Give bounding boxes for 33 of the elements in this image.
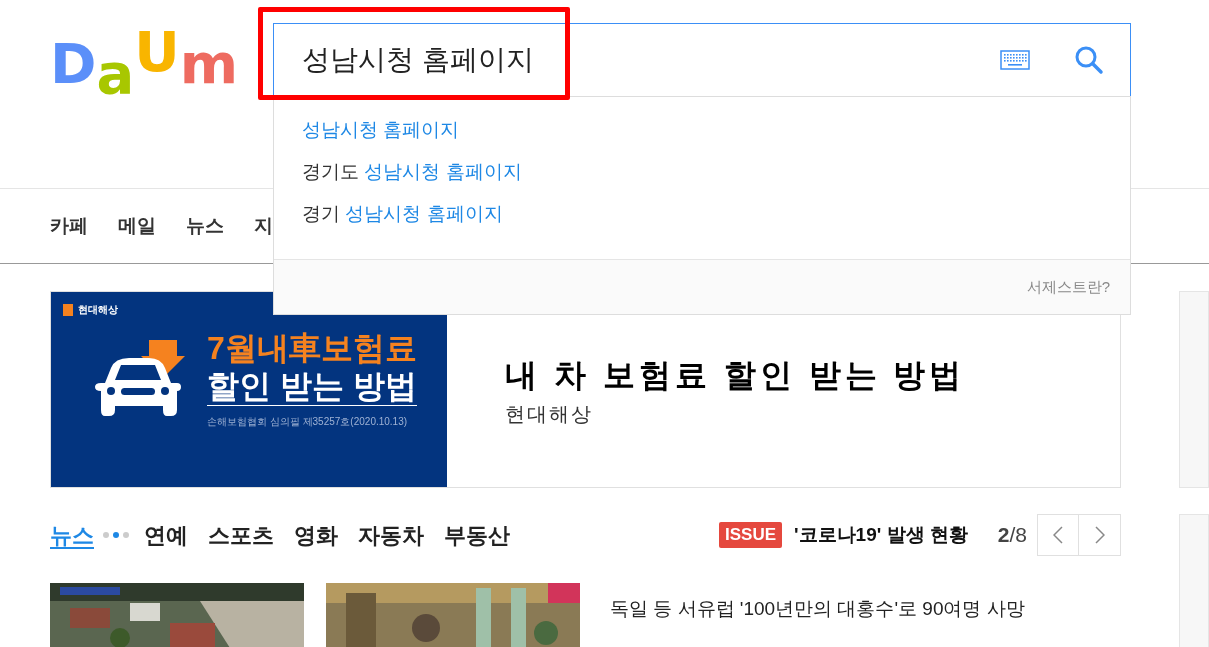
news-tab[interactable]: 부동산 — [444, 518, 510, 552]
nav-link[interactable]: 카페 — [50, 211, 88, 241]
ad-title: 내 차 보험료 할인 받는 방법 — [505, 355, 966, 395]
nav-link[interactable]: 지 — [254, 211, 273, 241]
news-tab[interactable]: 뉴스 — [50, 518, 94, 552]
page-current: 2 — [997, 522, 1010, 549]
nav-link[interactable]: 뉴스 — [186, 211, 224, 241]
search-field[interactable]: 성남시청 홈페이지 — [273, 23, 1131, 97]
issue-title[interactable]: '코로나19' 발생 현황 — [794, 520, 968, 550]
chevron-right-icon — [1094, 526, 1105, 544]
previous-button[interactable] — [1037, 514, 1079, 556]
page-total: /8 — [1009, 522, 1027, 549]
keyboard-icon[interactable] — [1000, 50, 1030, 70]
ad-headline: 7월내車보험료 — [207, 329, 417, 367]
chevron-left-icon — [1053, 526, 1063, 544]
search-icon[interactable] — [1074, 45, 1104, 75]
suggestion-item[interactable]: 경기 성남시청 홈페이지 — [302, 201, 1130, 226]
brand-logo-icon — [63, 303, 73, 316]
suggestion-item[interactable]: 성남시청 홈페이지 — [302, 117, 1130, 142]
next-button[interactable] — [1079, 514, 1121, 556]
news-tab[interactable]: 영화 — [294, 518, 338, 552]
news-headline[interactable]: 독일 등 서유럽 '100년만의 대홍수'로 90여명 사망 — [610, 595, 1025, 624]
ad-headline: 할인 받는 방법 — [207, 367, 417, 406]
ad-brand: 현대해상 — [78, 303, 118, 317]
news-tab[interactable]: 자동차 — [358, 518, 424, 552]
issue-badge: ISSUE — [719, 522, 783, 548]
nav-link[interactable]: 메일 — [118, 211, 156, 241]
news-tab[interactable]: 스포츠 — [208, 518, 274, 552]
ad-advertiser: 현대해상 — [505, 401, 594, 427]
carousel-dots-icon — [102, 531, 130, 539]
suggestion-item[interactable]: 경기도 성남시청 홈페이지 — [302, 159, 1130, 184]
ad-fine-print: 손해보험협회 심의필 제35257호(2020.10.13) — [207, 415, 409, 429]
news-tab[interactable]: 연예 — [144, 518, 188, 552]
